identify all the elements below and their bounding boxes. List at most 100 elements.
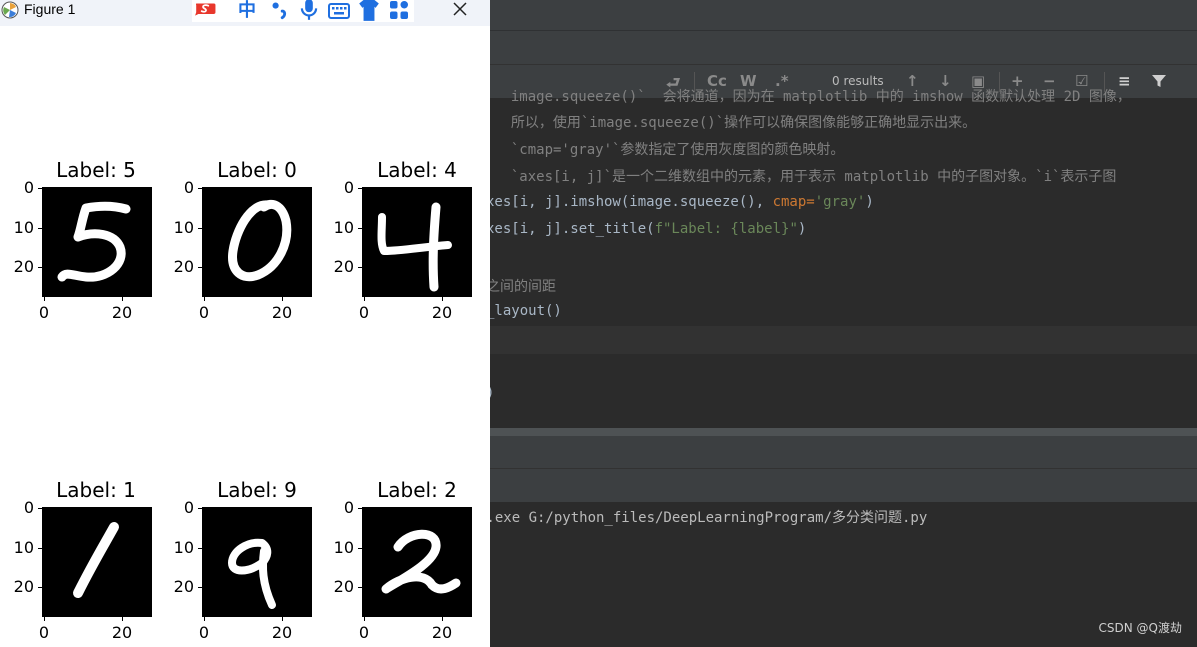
digit-image-0 bbox=[202, 187, 312, 297]
code-line: `cmap='gray'`参数指定了使用灰度图的颜色映射。 bbox=[494, 142, 845, 158]
close-icon[interactable] bbox=[446, 0, 474, 22]
code-text: xes[i, j].imshow(image.squeeze(), bbox=[486, 194, 773, 210]
ide-tab-strip bbox=[490, 30, 1197, 65]
y-tick-label: 20 bbox=[333, 257, 354, 276]
y-tick-mark bbox=[198, 548, 202, 549]
x-tick-label: 20 bbox=[271, 623, 293, 642]
code-line: image.squeeze()` 会将通道，因为在 matplotlib 中的 … bbox=[494, 89, 1131, 105]
y-tick-label: 10 bbox=[173, 218, 194, 237]
code-text: xes[i, j].set_title( bbox=[486, 221, 655, 237]
current-line-highlight bbox=[490, 326, 1197, 354]
code-string: 'gray' bbox=[814, 194, 866, 210]
digit-5-drawing bbox=[57, 201, 131, 282]
y-tick-label: 10 bbox=[13, 538, 34, 557]
digit-2-drawing bbox=[381, 529, 461, 594]
run-panel-tabs bbox=[490, 468, 1197, 503]
digit-4-drawing bbox=[377, 202, 452, 292]
console-command-line: n.exe G:/python_files/DeepLearningProgra… bbox=[478, 510, 928, 526]
y-tick-label: 20 bbox=[13, 577, 34, 596]
code-line: xes[i, j].set_title(f"Label: {label}") bbox=[486, 221, 806, 243]
matplotlib-icon bbox=[1, 1, 19, 19]
y-tick-label: 10 bbox=[333, 538, 354, 557]
digit-1-drawing bbox=[73, 522, 119, 598]
x-tick-label: 20 bbox=[111, 623, 133, 642]
subplot-title: Label: 2 bbox=[377, 478, 457, 502]
y-tick-label: 10 bbox=[13, 218, 34, 237]
y-tick-label: 0 bbox=[343, 178, 354, 197]
panel-splitter[interactable] bbox=[490, 428, 1197, 436]
y-tick-label: 0 bbox=[183, 178, 194, 197]
keyboard-icon[interactable] bbox=[328, 0, 350, 23]
figure-titlebar[interactable]: Figure 1 中 bbox=[0, 0, 490, 26]
digit-image-2 bbox=[362, 507, 472, 617]
x-tick-mark bbox=[44, 617, 45, 621]
x-tick-mark bbox=[204, 617, 205, 621]
skin-icon[interactable] bbox=[358, 0, 380, 22]
code-editor[interactable]: image.squeeze()` 会将通道，因为在 matplotlib 中的 … bbox=[486, 89, 1197, 428]
ime-toolbar: 中 bbox=[192, 0, 414, 22]
x-tick-label: 0 bbox=[198, 623, 210, 642]
y-tick-mark bbox=[198, 188, 202, 189]
y-tick-label: 0 bbox=[183, 498, 194, 517]
x-tick-label: 20 bbox=[431, 303, 453, 322]
ide-window: ⮐ Cc W .* 0 results ↑ ↓ ▣ + − ☑ ≡ image.… bbox=[478, 0, 1197, 647]
y-tick-label: 0 bbox=[23, 178, 34, 197]
y-tick-mark bbox=[198, 228, 202, 229]
x-tick-mark bbox=[282, 297, 283, 301]
x-tick-label: 0 bbox=[358, 623, 370, 642]
code-line: 之间的间距 bbox=[486, 279, 556, 295]
code-line: xes[i, j].imshow(image.squeeze(), cmap='… bbox=[486, 194, 874, 216]
x-tick-label: 20 bbox=[271, 303, 293, 322]
y-tick-label: 20 bbox=[173, 257, 194, 276]
y-tick-mark bbox=[358, 228, 362, 229]
run-console[interactable]: n.exe G:/python_files/DeepLearningProgra… bbox=[478, 502, 1197, 647]
x-tick-label: 20 bbox=[111, 303, 133, 322]
y-tick-mark bbox=[358, 267, 362, 268]
code-string: f"Label: {label}" bbox=[654, 221, 798, 237]
x-tick-label: 0 bbox=[198, 303, 210, 322]
y-tick-mark bbox=[198, 587, 202, 588]
x-tick-mark bbox=[122, 297, 123, 301]
x-tick-label: 0 bbox=[358, 303, 370, 322]
x-tick-mark bbox=[282, 617, 283, 621]
code-text: ) bbox=[797, 221, 807, 237]
x-tick-mark bbox=[204, 297, 205, 301]
y-tick-mark bbox=[198, 508, 202, 509]
y-tick-mark bbox=[38, 548, 42, 549]
digit-image-9 bbox=[202, 507, 312, 617]
y-tick-mark bbox=[38, 587, 42, 588]
microphone-icon[interactable] bbox=[298, 0, 320, 22]
x-tick-mark bbox=[364, 617, 365, 621]
y-tick-label: 20 bbox=[13, 257, 34, 276]
x-tick-mark bbox=[44, 297, 45, 301]
filter-icon[interactable] bbox=[1151, 73, 1167, 89]
y-tick-mark bbox=[358, 548, 362, 549]
window-title: Figure 1 bbox=[24, 1, 76, 17]
x-tick-mark bbox=[442, 617, 443, 621]
x-tick-label: 0 bbox=[38, 623, 50, 642]
run-panel-header bbox=[490, 436, 1197, 468]
digit-0-drawing bbox=[228, 199, 292, 282]
y-tick-label: 20 bbox=[333, 577, 354, 596]
digit-image-4 bbox=[362, 187, 472, 297]
toolbox-icon[interactable] bbox=[388, 0, 410, 22]
ide-title-strip bbox=[490, 0, 1197, 30]
y-tick-label: 10 bbox=[333, 218, 354, 237]
digit-image-5 bbox=[42, 187, 152, 297]
code-line: `axes[i, j]`是一个二维数组中的元素，用于表示 matplotlib … bbox=[494, 169, 1117, 185]
y-tick-label: 0 bbox=[23, 498, 34, 517]
y-tick-mark bbox=[358, 587, 362, 588]
figure-window: Figure 1 中 Label: 5 Label: 0 Label: 4 La… bbox=[0, 0, 490, 647]
y-tick-mark bbox=[38, 188, 42, 189]
y-tick-mark bbox=[358, 508, 362, 509]
chinese-mode-icon[interactable]: 中 bbox=[238, 0, 260, 21]
code-param: cmap= bbox=[772, 194, 815, 210]
x-tick-label: 20 bbox=[431, 623, 453, 642]
sogou-logo-icon[interactable] bbox=[194, 0, 216, 21]
punctuation-icon[interactable] bbox=[269, 0, 291, 22]
y-tick-mark bbox=[358, 188, 362, 189]
x-tick-mark bbox=[364, 297, 365, 301]
digit-9-drawing bbox=[228, 538, 276, 609]
x-tick-mark bbox=[122, 617, 123, 621]
y-tick-mark bbox=[38, 508, 42, 509]
